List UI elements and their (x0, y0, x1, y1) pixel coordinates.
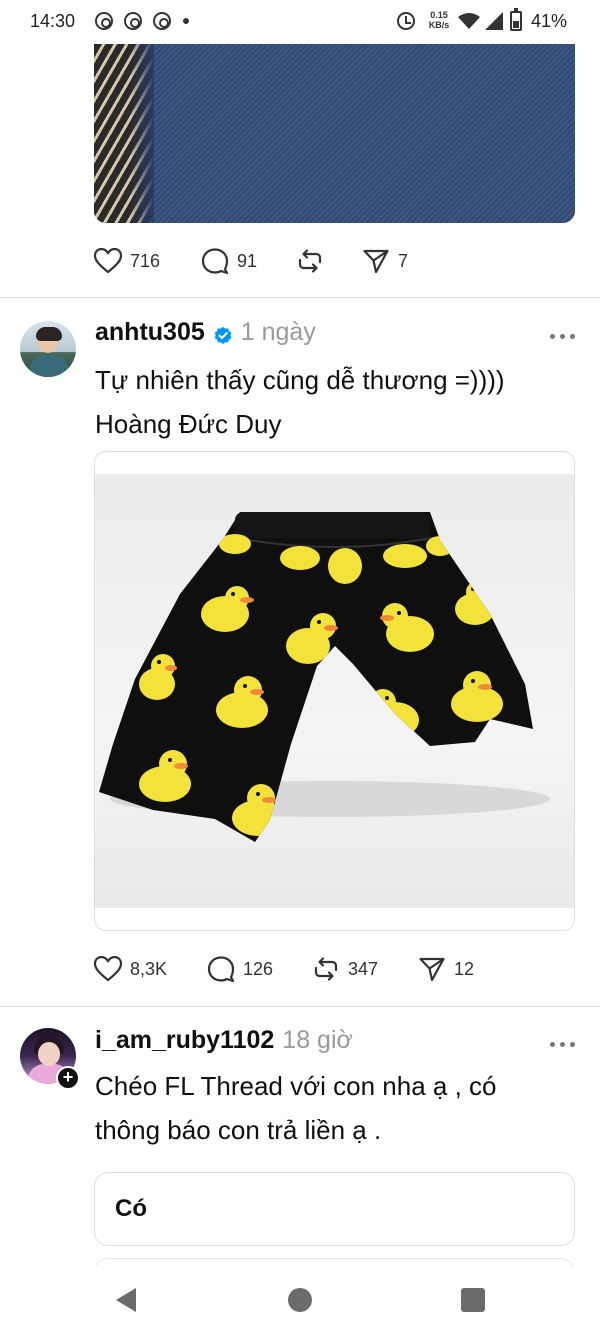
status-bar: 14:30 0.15 KB/s 41% (0, 0, 600, 44)
post-image-denim[interactable] (94, 44, 575, 223)
like-count: 716 (130, 250, 161, 271)
home-icon[interactable] (288, 1288, 312, 1312)
send-icon (363, 249, 389, 274)
comment-count: 126 (243, 958, 274, 979)
threads-notification-icon (95, 12, 113, 30)
quoted-reply-card[interactable]: Có (94, 1172, 575, 1246)
repost-count: 347 (348, 958, 379, 979)
threads-notification-icon (153, 12, 171, 30)
share-button[interactable]: 12 (418, 954, 474, 984)
more-options-icon[interactable] (550, 331, 578, 341)
more-options-icon[interactable] (550, 1039, 578, 1049)
like-button[interactable]: 716 (94, 246, 160, 276)
post-text-line: Tự nhiên thấy cũng dễ thương =)))) (95, 365, 505, 395)
comment-button[interactable]: 91 (201, 246, 257, 276)
username[interactable]: i_am_ruby1102 (95, 1026, 274, 1055)
comment-count: 91 (237, 250, 258, 271)
cellular-signal-icon (485, 12, 503, 30)
verified-badge-icon (214, 326, 232, 344)
post-text-line: thông báo con trả liền ạ . (95, 1115, 382, 1145)
like-count: 8,3K (130, 958, 168, 979)
duck-shorts-illustration (99, 512, 550, 842)
post-text-line: Hoàng Đức Duy (95, 409, 282, 439)
post-actions: 8,3K 126 347 12 (94, 954, 494, 984)
comment-icon (201, 248, 229, 275)
post-header: anhtu305 1 ngày (95, 318, 316, 354)
post-text-line: Chéo FL Thread với con nha ạ , có (95, 1071, 497, 1101)
post-text: Chéo FL Thread với con nha ạ , có thông … (95, 1064, 575, 1152)
threads-notification-icon (124, 12, 142, 30)
post-divider (0, 1006, 600, 1007)
post-actions: 716 91 7 (94, 246, 494, 276)
more-notifications-dot-icon (183, 18, 189, 24)
back-icon[interactable] (116, 1288, 136, 1312)
share-count: 7 (398, 250, 409, 271)
comment-icon (207, 956, 235, 983)
post-image-shorts[interactable] (94, 451, 575, 931)
share-button[interactable]: 7 (362, 246, 408, 276)
send-icon (419, 957, 445, 982)
repost-button[interactable]: 347 (312, 954, 378, 984)
repost-icon (314, 957, 338, 981)
follow-plus-icon[interactable]: + (56, 1066, 80, 1090)
post-time: 18 giờ (282, 1026, 353, 1054)
repost-button[interactable] (296, 246, 332, 276)
avatar-anhtu305[interactable] (20, 321, 76, 377)
post-time: 1 ngày (240, 318, 316, 346)
battery-percentage: 41% (531, 11, 568, 31)
post-text: Tự nhiên thấy cũng dễ thương =)))) Hoàng… (95, 358, 575, 446)
system-navigation-bar (0, 1266, 600, 1333)
quoted-reply-text: Có (115, 1195, 147, 1222)
username[interactable]: anhtu305 (95, 318, 205, 347)
network-speed: 0.15 KB/s (428, 10, 450, 30)
recents-icon[interactable] (461, 1288, 485, 1312)
status-time: 14:30 (30, 11, 76, 31)
wifi-icon (458, 13, 480, 29)
alarm-icon (397, 12, 415, 30)
post-divider (0, 297, 600, 298)
repost-icon (298, 249, 322, 273)
battery-icon (510, 8, 522, 31)
share-count: 12 (454, 958, 475, 979)
like-button[interactable]: 8,3K (94, 954, 167, 984)
heart-icon (94, 956, 122, 982)
post-header: i_am_ruby1102 18 giờ (95, 1026, 353, 1062)
heart-icon (94, 248, 122, 274)
comment-button[interactable]: 126 (207, 954, 273, 984)
